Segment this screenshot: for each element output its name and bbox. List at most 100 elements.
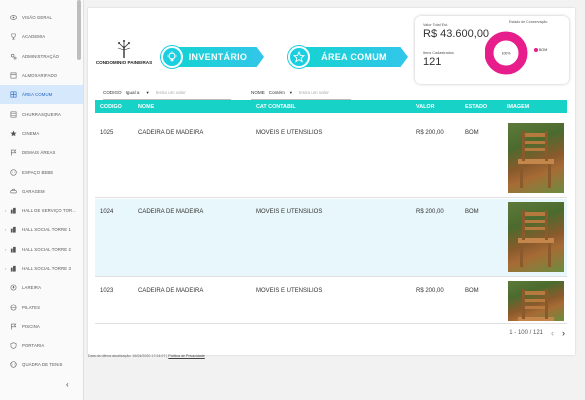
prev-page-button[interactable]: ‹ <box>551 328 554 338</box>
sidebar-item-visao-geral[interactable]: VISÃO GERAL <box>0 8 83 27</box>
nome-operator-value: Contém <box>268 90 285 95</box>
header-codigo[interactable]: CODIGO <box>100 104 122 110</box>
sidebar-item-label: PORTARIA <box>22 343 45 349</box>
footer: Data da última atualização: 16/04/2020 1… <box>88 354 205 358</box>
stats-card: Valor Total Est. R$ 43.600,00 Itens Cada… <box>415 16 569 84</box>
cell-estado: BOM <box>465 209 479 215</box>
tree-logo-icon <box>117 40 131 58</box>
sidebar-item-piscina[interactable]: PISCINA <box>0 317 83 336</box>
sidebar-nav: VISÃO GERAL ACADEMIA ADMINISTRAÇÃO ALMOXARI… <box>0 0 83 375</box>
sidebar-item-academia[interactable]: ACADEMIA <box>0 27 83 46</box>
sidebar-item-churrasqueira[interactable]: CHURRASQUEIRA <box>0 104 83 123</box>
flag-icon <box>9 322 18 331</box>
chair-thumbnail[interactable] <box>508 202 564 272</box>
sidebar-item-label: ACADEMIA <box>22 34 46 40</box>
codigo-operator-select[interactable]: Igual a ▼ <box>126 90 150 95</box>
banner-inventario-label: INVENTÁRIO <box>188 52 248 62</box>
building-icon <box>9 264 18 273</box>
sidebar-item-demais-areas[interactable]: DEMAIS ÁREAS <box>0 143 83 162</box>
codigo-filter-label: CODIGO <box>103 90 122 95</box>
sidebar-item-label: HALL DE SERVIÇO TOR... <box>22 208 77 214</box>
cell-valor: R$ 200,00 <box>416 209 444 215</box>
cell-valor: R$ 200,00 <box>416 130 444 136</box>
table-row[interactable]: 1024 CADEIRA DE MADEIRA MOVEIS E UTENSIL… <box>95 199 567 277</box>
dropdown-arrow-icon: ▼ <box>145 90 150 95</box>
sidebar-item-pilates[interactable]: PILATES <box>0 297 83 316</box>
sidebar-item-hall-de-servico-tor[interactable]: › HALL DE SERVIÇO TOR... <box>0 201 83 220</box>
cell-codigo: 1025 <box>100 130 114 136</box>
sidebar-item-quadra-de-tenis[interactable]: QUADRA DE TENIS <box>0 355 83 374</box>
total-value-label: Valor Total Est. <box>423 23 449 27</box>
cell-nome: CADEIRA DE MADEIRA <box>138 288 204 294</box>
building-icon <box>9 206 18 215</box>
sidebar-item-hall-social-torre-3[interactable]: › HALL SOCIAL TORRE 3 <box>0 259 83 278</box>
nome-value-input[interactable]: Insira um valor <box>299 90 329 95</box>
sidebar-item-portaria[interactable]: PORTARIA <box>0 336 83 355</box>
star-badge-icon <box>288 46 310 68</box>
cell-codigo: 1023 <box>100 288 114 294</box>
sidebar-item-label: DEMAIS ÁREAS <box>22 150 56 156</box>
star-icon <box>9 129 18 138</box>
logo-text: CONDOMINIO PAINEIRAS <box>95 60 153 65</box>
sidebar-item-label: ADMINISTRAÇÃO <box>22 53 60 59</box>
chair-thumbnail[interactable] <box>508 123 564 193</box>
nome-operator-select[interactable]: Contém ▼ <box>269 90 293 95</box>
nome-filter: NOME Contém ▼ Insira um valor <box>251 86 351 100</box>
sidebar-item-garagem[interactable]: GARAGEM <box>0 182 83 201</box>
dropdown-arrow-icon: ▼ <box>288 90 293 95</box>
main-panel: CONDOMINIO PAINEIRAS INVENTÁRIO ÁREA COM… <box>88 8 575 355</box>
sidebar: VISÃO GERAL ACADEMIA ADMINISTRAÇÃO ALMOXARI… <box>0 0 84 400</box>
sidebar-scrollbar[interactable] <box>77 0 81 60</box>
last-update-text: Data da última atualização: 16/04/2020 1… <box>88 354 166 358</box>
sidebar-item-label: CINEMA <box>22 130 40 136</box>
privacy-policy-link[interactable]: Política de Privacidade <box>168 354 205 358</box>
codigo-value-input[interactable]: Insira um valor <box>156 90 186 95</box>
collapse-sidebar-icon[interactable]: ‹ <box>66 380 69 389</box>
sidebar-item-label: HALL SOCIAL TORRE 1 <box>22 227 71 233</box>
cell-valor: R$ 200,00 <box>416 288 444 294</box>
header-imagem[interactable]: IMAGEM <box>507 104 529 110</box>
sidebar-item-label: LAREIRA <box>22 285 42 291</box>
nome-filter-label: NOME <box>251 90 265 95</box>
sidebar-item-lareira[interactable]: LAREIRA <box>0 278 83 297</box>
sidebar-item-label: VISÃO GERAL <box>22 15 52 21</box>
cell-estado: BOM <box>465 130 479 136</box>
grid-icon <box>9 90 18 99</box>
chair-thumbnail[interactable] <box>508 281 564 321</box>
legend-bom-dot <box>534 48 538 52</box>
banner-inventario: INVENTÁRIO <box>172 47 264 67</box>
cell-nome: CADEIRA DE MADEIRA <box>138 130 204 136</box>
items-count: 121 <box>423 56 442 68</box>
sidebar-item-almoxarifado[interactable]: ALMOXARIFADO <box>0 66 83 85</box>
car-icon <box>9 187 18 196</box>
sidebar-item-administracao[interactable]: ADMINISTRAÇÃO <box>0 47 83 66</box>
header-nome[interactable]: NOME <box>138 104 154 110</box>
header-valor[interactable]: VALOR <box>416 104 434 110</box>
pagination: 1 - 100 / 121 ‹ › <box>509 328 565 338</box>
building-icon <box>9 245 18 254</box>
table-row[interactable]: 1025 CADEIRA DE MADEIRA MOVEIS E UTENSIL… <box>95 120 567 198</box>
header-cat-contabil[interactable]: CAT CONTABIL <box>256 104 296 110</box>
codigo-operator-value: Igual a <box>125 90 140 95</box>
header-estado[interactable]: ESTADO <box>465 104 487 110</box>
condo-logo: CONDOMINIO PAINEIRAS <box>92 38 156 76</box>
sidebar-item-hall-social-torre-2[interactable]: › HALL SOCIAL TORRE 2 <box>0 240 83 259</box>
sidebar-item-espaco-bebe[interactable]: ESPAÇO BEBE <box>0 162 83 181</box>
table-row[interactable]: 1023 CADEIRA DE MADEIRA MOVEIS E UTENSIL… <box>95 278 567 324</box>
next-page-button[interactable]: › <box>562 328 565 338</box>
sidebar-item-label: HALL SOCIAL TORRE 3 <box>22 266 71 271</box>
eye-icon <box>9 13 18 22</box>
sidebar-item-hall-social-torre-1[interactable]: › HALL SOCIAL TORRE 1 <box>0 220 83 239</box>
gears-icon <box>9 52 18 61</box>
cell-cat: MOVEIS E UTENSILIOS <box>256 288 323 294</box>
banner-area-comum: ÁREA COMUM <box>300 47 408 67</box>
tennis-icon <box>9 360 18 369</box>
sidebar-item-area-comum[interactable]: ÁREA COMUM <box>0 85 83 105</box>
sidebar-item-label: CHURRASQUEIRA <box>22 111 62 117</box>
items-count-label: Itens Cadastrados <box>423 51 454 55</box>
flag-icon <box>9 148 18 157</box>
sidebar-item-cinema[interactable]: CINEMA <box>0 124 83 143</box>
sidebar-item-label: HALL SOCIAL TORRE 2 <box>22 246 71 252</box>
codigo-filter: CODIGO Igual a ▼ Insira um valor <box>103 86 231 100</box>
legend-bom-label[interactable]: BOM <box>539 48 547 52</box>
